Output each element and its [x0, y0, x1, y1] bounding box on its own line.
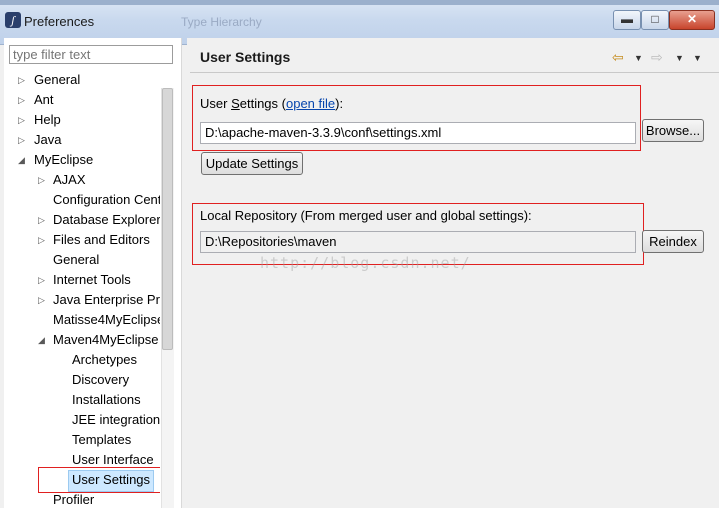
maximize-button[interactable]: □ — [641, 10, 669, 30]
expanded-arrow-icon[interactable]: ◢ — [38, 330, 45, 350]
collapsed-arrow-icon[interactable]: ▷ — [18, 130, 25, 150]
browse-button[interactable]: Browse... — [642, 119, 704, 142]
collapsed-arrow-icon[interactable]: ▷ — [38, 210, 45, 230]
collapsed-arrow-icon[interactable]: ▷ — [38, 170, 45, 190]
back-arrow-icon[interactable]: ⇦ — [612, 49, 624, 66]
app-icon: ʃ — [5, 12, 21, 28]
tree-item[interactable]: MyEclipse — [34, 150, 93, 170]
back-menu-chevron-icon[interactable]: ▼ — [634, 53, 643, 63]
tree-item[interactable]: User Settings — [68, 470, 155, 492]
tree-item[interactable]: Installations — [72, 390, 141, 410]
tree-item[interactable]: Configuration Center — [53, 190, 160, 210]
minimize-button[interactable]: ▬ — [613, 10, 641, 30]
tree-item[interactable]: Matisse4MyEclipse — [53, 310, 160, 330]
header-divider — [190, 72, 719, 73]
collapsed-arrow-icon[interactable]: ▷ — [38, 230, 45, 250]
collapsed-arrow-icon[interactable]: ▷ — [38, 290, 45, 310]
window-title: Preferences — [24, 14, 95, 29]
open-file-link[interactable]: open file — [286, 96, 335, 111]
tree-item[interactable]: Help — [34, 110, 61, 130]
local-repository-path-field: D:\Repositories\maven — [200, 231, 636, 253]
tree-item[interactable]: Templates — [72, 430, 131, 450]
preferences-tree: ▷ General ▷ Ant ▷ Help ▷ Java ◢ MyEclipse ▷ AJAX Con… — [8, 70, 160, 508]
tree-item[interactable]: Discovery — [72, 370, 129, 390]
local-repository-label: Local Repository (From merged user and g… — [200, 208, 532, 223]
collapsed-arrow-icon[interactable]: ▷ — [38, 270, 45, 290]
tree-item[interactable]: Maven4MyEclipse — [53, 330, 159, 350]
tree-item[interactable]: Files and Editors — [53, 230, 150, 250]
user-settings-path-field[interactable]: D:\apache-maven-3.3.9\conf\settings.xml — [200, 122, 636, 144]
tree-item[interactable]: Database Explorer — [53, 210, 160, 230]
tree-scrollbar-thumb[interactable] — [162, 88, 173, 350]
view-menu-chevron-icon[interactable]: ▼ — [693, 53, 702, 63]
tree-item[interactable]: Internet Tools — [53, 270, 131, 290]
close-button[interactable]: ✕ — [669, 10, 715, 30]
tree-item[interactable]: General — [53, 250, 99, 270]
collapsed-arrow-icon[interactable]: ▷ — [18, 90, 25, 110]
tree-item[interactable]: Java — [34, 130, 61, 150]
user-settings-label: User Settings (open file): — [200, 96, 344, 111]
tree-item[interactable]: Ant — [34, 90, 54, 110]
tree-item[interactable]: Java Enterprise Project — [53, 290, 160, 310]
tree-item[interactable]: Archetypes — [72, 350, 137, 370]
tree-item[interactable]: JEE integration — [72, 410, 160, 430]
forward-menu-chevron-icon[interactable]: ▼ — [675, 53, 684, 63]
watermark: http://blog.csdn.net/ — [260, 254, 471, 272]
forward-arrow-icon[interactable]: ⇨ — [651, 49, 663, 66]
filter-input[interactable] — [9, 45, 173, 64]
update-settings-button[interactable]: Update Settings — [201, 152, 303, 175]
page-title: User Settings — [200, 49, 291, 65]
background-window-text: Type Hierarchy — [181, 15, 262, 29]
collapsed-arrow-icon[interactable]: ▷ — [18, 110, 25, 130]
tree-item[interactable]: AJAX — [53, 170, 86, 190]
tree-item[interactable]: General — [34, 70, 80, 90]
top-strip — [0, 0, 719, 5]
collapsed-arrow-icon[interactable]: ▷ — [18, 70, 25, 90]
expanded-arrow-icon[interactable]: ◢ — [18, 150, 25, 170]
tree-item[interactable]: Profiler — [53, 490, 94, 508]
reindex-button[interactable]: Reindex — [642, 230, 704, 253]
